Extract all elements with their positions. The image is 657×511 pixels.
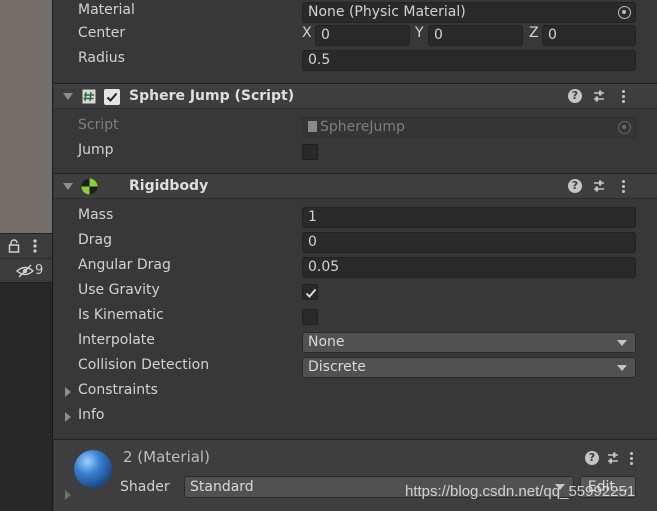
constraints-foldout[interactable]: Constraints bbox=[54, 380, 657, 405]
visibility-row: 9 bbox=[0, 258, 52, 283]
foldout-arrow-icon[interactable] bbox=[65, 387, 71, 397]
inspector-panel: Material None (Physic Material) Center X… bbox=[54, 0, 657, 511]
script-label: Script bbox=[78, 117, 119, 133]
script-value: SphereJump bbox=[320, 119, 405, 135]
component-menu-icon[interactable] bbox=[622, 180, 626, 194]
use-gravity-row: Use Gravity bbox=[54, 280, 657, 305]
material-value: None (Physic Material) bbox=[308, 4, 466, 20]
scene-view[interactable] bbox=[0, 0, 52, 233]
material-preview-sphere bbox=[74, 450, 112, 488]
mass-row: Mass 1 bbox=[54, 205, 657, 230]
material-header[interactable]: 2 (Material) ? Shader Standard Edit... bbox=[54, 439, 657, 511]
hidden-eye-icon[interactable] bbox=[16, 263, 34, 279]
script-row: Script SphereJump bbox=[54, 115, 657, 140]
is-kinematic-label: Is Kinematic bbox=[78, 307, 164, 323]
shader-label: Shader bbox=[120, 479, 170, 495]
foldout-arrow-icon[interactable] bbox=[63, 93, 73, 100]
drag-label: Drag bbox=[78, 232, 113, 248]
help-icon[interactable]: ? bbox=[585, 451, 599, 465]
presets-icon[interactable] bbox=[606, 451, 620, 465]
material-row: Material None (Physic Material) bbox=[54, 0, 657, 25]
script-icon bbox=[82, 89, 96, 104]
constraints-label: Constraints bbox=[78, 382, 158, 398]
hidden-count: 9 bbox=[35, 263, 44, 278]
collision-detection-value: Discrete bbox=[308, 359, 366, 375]
sphere-jump-title: Sphere Jump (Script) bbox=[129, 88, 295, 104]
jump-row: Jump bbox=[54, 140, 657, 165]
angular-drag-field[interactable]: 0.05 bbox=[302, 257, 636, 278]
angular-drag-row: Angular Drag 0.05 bbox=[54, 255, 657, 280]
kebab-menu-icon[interactable] bbox=[30, 238, 40, 254]
jump-label: Jump bbox=[78, 142, 114, 158]
center-row: Center X 0 Y 0 Z 0 bbox=[54, 23, 657, 48]
lock-icon[interactable] bbox=[8, 239, 20, 253]
interpolate-value: None bbox=[308, 334, 345, 350]
watermark-text: https://blog.csdn.net/qq_55992251 bbox=[405, 483, 636, 500]
object-picker-icon[interactable] bbox=[618, 6, 631, 19]
checkmark-icon bbox=[106, 92, 118, 102]
sphere-jump-header[interactable]: Sphere Jump (Script) ? bbox=[54, 83, 657, 109]
collision-detection-row: Collision Detection Discrete bbox=[54, 355, 657, 380]
checkmark-icon bbox=[305, 288, 317, 298]
rigidbody-header[interactable]: Rigidbody ? bbox=[54, 173, 657, 199]
rigidbody-icon bbox=[81, 178, 98, 195]
material-title: 2 (Material) bbox=[123, 448, 210, 466]
help-icon[interactable]: ? bbox=[568, 179, 582, 193]
radius-row: Radius 0.5 bbox=[54, 48, 657, 73]
foldout-arrow-icon[interactable] bbox=[65, 412, 71, 422]
help-icon[interactable]: ? bbox=[568, 89, 582, 103]
info-label: Info bbox=[78, 407, 105, 423]
foldout-arrow-icon[interactable] bbox=[65, 490, 71, 500]
rigidbody-title: Rigidbody bbox=[129, 178, 209, 194]
center-x-field[interactable]: 0 bbox=[315, 25, 410, 46]
material-field[interactable]: None (Physic Material) bbox=[302, 2, 636, 23]
center-y-field[interactable]: 0 bbox=[428, 25, 523, 46]
center-x-label: X bbox=[302, 25, 312, 41]
center-z-field[interactable]: 0 bbox=[542, 25, 636, 46]
info-foldout[interactable]: Info bbox=[54, 405, 657, 430]
chevron-down-icon bbox=[617, 340, 627, 346]
is-kinematic-row: Is Kinematic bbox=[54, 305, 657, 330]
component-menu-icon[interactable] bbox=[622, 90, 626, 104]
shader-value: Standard bbox=[190, 479, 254, 495]
left-panel: 9 bbox=[0, 0, 53, 511]
center-z-label: Z bbox=[529, 25, 539, 41]
mass-label: Mass bbox=[78, 207, 114, 223]
collision-detection-dropdown[interactable]: Discrete bbox=[302, 357, 636, 378]
interpolate-row: Interpolate None bbox=[54, 330, 657, 355]
mass-field[interactable]: 1 bbox=[302, 207, 636, 228]
use-gravity-label: Use Gravity bbox=[78, 282, 160, 298]
hierarchy-toolbar bbox=[0, 233, 52, 258]
component-menu-icon[interactable] bbox=[630, 452, 634, 466]
center-label: Center bbox=[78, 25, 126, 41]
script-file-icon bbox=[308, 121, 317, 132]
object-picker-icon bbox=[618, 121, 631, 134]
interpolate-dropdown[interactable]: None bbox=[302, 332, 636, 353]
presets-icon[interactable] bbox=[592, 89, 606, 103]
jump-checkbox[interactable] bbox=[302, 144, 318, 160]
radius-field[interactable]: 0.5 bbox=[302, 50, 636, 71]
drag-row: Drag 0 bbox=[54, 230, 657, 255]
presets-icon[interactable] bbox=[592, 179, 606, 193]
interpolate-label: Interpolate bbox=[78, 332, 155, 348]
drag-field[interactable]: 0 bbox=[302, 232, 636, 253]
chevron-down-icon bbox=[617, 365, 627, 371]
use-gravity-checkbox[interactable] bbox=[302, 284, 318, 300]
component-enabled-checkbox[interactable] bbox=[104, 89, 120, 105]
foldout-arrow-icon[interactable] bbox=[63, 183, 73, 190]
collision-detection-label: Collision Detection bbox=[78, 357, 210, 373]
center-y-label: Y bbox=[415, 25, 424, 41]
script-field: SphereJump bbox=[302, 117, 636, 138]
radius-label: Radius bbox=[78, 50, 125, 66]
material-label: Material bbox=[78, 2, 135, 18]
is-kinematic-checkbox[interactable] bbox=[302, 309, 318, 325]
angular-drag-label: Angular Drag bbox=[78, 257, 171, 273]
